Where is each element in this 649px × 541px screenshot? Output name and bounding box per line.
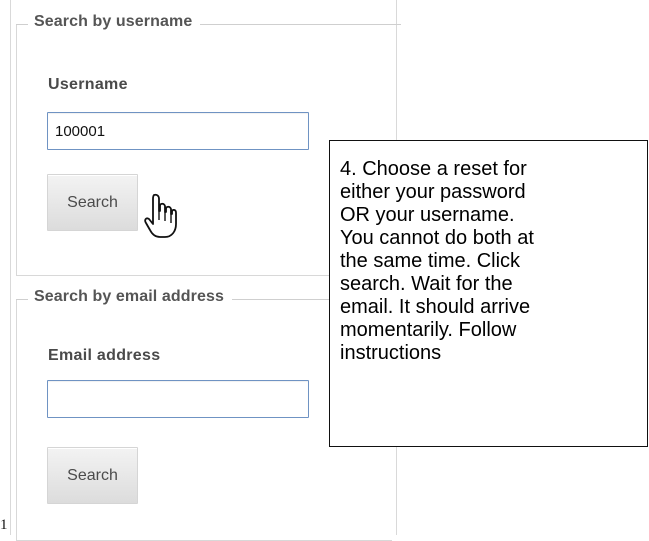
page-marker: 1 <box>0 517 8 533</box>
email-section-legend: Search by email address <box>28 288 232 306</box>
username-section-legend: Search by username <box>28 13 201 31</box>
username-label: Username <box>48 76 128 93</box>
email-search-button[interactable]: Search <box>47 447 138 504</box>
email-address-label: Email address <box>48 347 161 364</box>
username-search-button[interactable]: Search <box>47 174 138 231</box>
instruction-callout: 4. Choose a reset for either your passwo… <box>329 140 648 447</box>
username-input[interactable] <box>47 112 309 150</box>
email-address-input[interactable] <box>47 380 309 418</box>
